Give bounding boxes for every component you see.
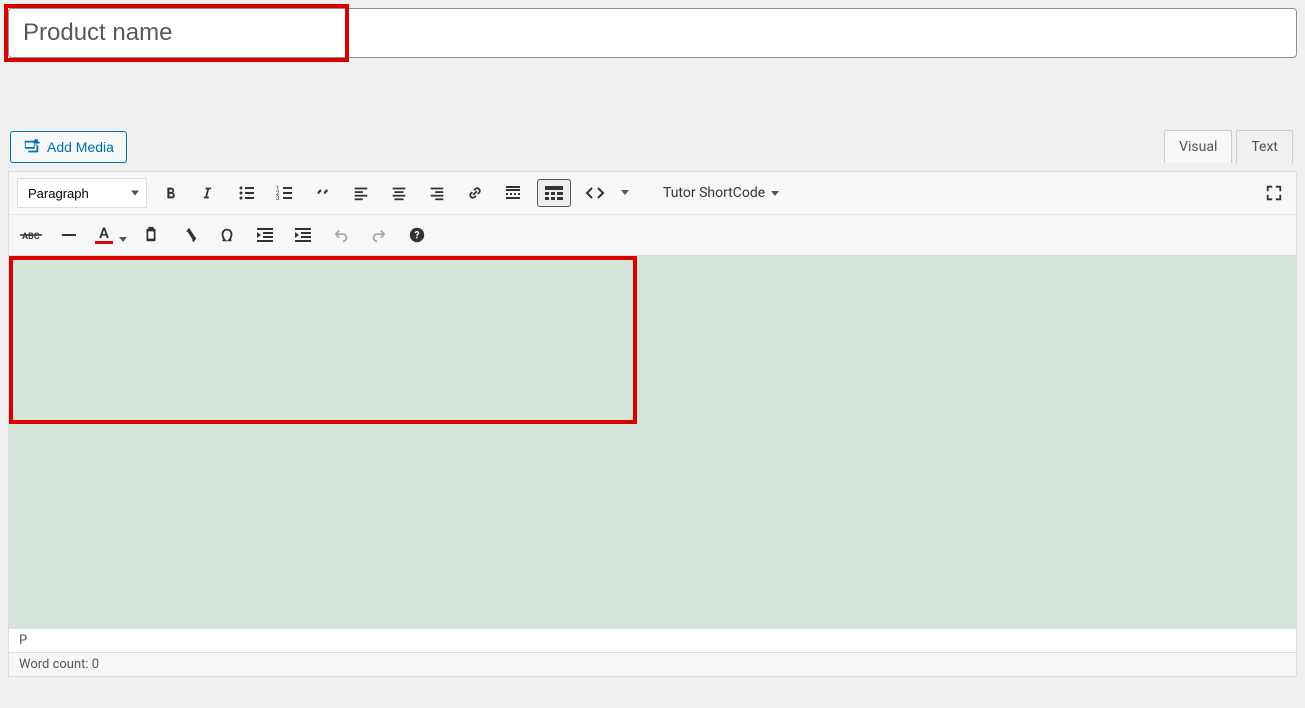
paste-text-button[interactable] <box>137 221 165 249</box>
bullet-list-button[interactable] <box>233 179 261 207</box>
tab-visual[interactable]: Visual <box>1164 130 1232 163</box>
fullscreen-button[interactable] <box>1260 179 1288 207</box>
editor-header: Add Media Visual Text <box>8 130 1297 171</box>
text-color-button[interactable]: A <box>93 226 127 244</box>
word-count-bar: Word count: 0 <box>9 652 1296 676</box>
editor-block: Add Media Visual Text Paragraph 123 <box>8 130 1297 677</box>
italic-button[interactable] <box>195 179 223 207</box>
link-button[interactable] <box>461 179 489 207</box>
clear-formatting-button[interactable] <box>175 221 203 249</box>
format-select-wrap: Paragraph <box>17 178 147 208</box>
tutor-shortcode-button[interactable]: Tutor ShortCode <box>657 181 785 205</box>
toolbar-row-1: Paragraph 123 Tutor ShortCode <box>9 172 1296 215</box>
tab-text[interactable]: Text <box>1236 130 1293 163</box>
svg-text:3: 3 <box>276 195 279 202</box>
svg-text:?: ? <box>415 231 420 242</box>
editor-tabs: Visual Text <box>1164 130 1293 163</box>
annotation-highlight-content <box>9 256 637 424</box>
special-character-button[interactable] <box>213 221 241 249</box>
toolbar-row-2: ABC A ? <box>9 215 1296 256</box>
read-more-button[interactable] <box>499 179 527 207</box>
add-media-label: Add Media <box>47 139 114 155</box>
text-color-icon: A <box>93 226 115 244</box>
format-select[interactable]: Paragraph <box>17 178 147 208</box>
toolbar-container: Paragraph 123 Tutor ShortCode AB <box>8 171 1297 677</box>
editor-content-area[interactable] <box>9 256 1296 628</box>
align-center-button[interactable] <box>385 179 413 207</box>
strikethrough-button[interactable]: ABC <box>17 221 45 249</box>
horizontal-rule-button[interactable] <box>55 221 83 249</box>
outdent-button[interactable] <box>251 221 279 249</box>
undo-button[interactable] <box>327 221 355 249</box>
numbered-list-button[interactable]: 123 <box>271 179 299 207</box>
title-region <box>8 8 1297 58</box>
indent-button[interactable] <box>289 221 317 249</box>
svg-text:ABC: ABC <box>22 232 40 242</box>
product-name-input[interactable] <box>8 8 1297 58</box>
tutor-shortcode-label: Tutor ShortCode <box>663 185 765 201</box>
redo-button[interactable] <box>365 221 393 249</box>
add-media-button[interactable]: Add Media <box>10 131 127 163</box>
code-dropdown-icon[interactable] <box>621 190 629 195</box>
media-icon <box>23 138 41 156</box>
code-button[interactable] <box>581 179 609 207</box>
toolbar-toggle-button[interactable] <box>537 179 571 207</box>
chevron-down-icon <box>771 191 779 196</box>
align-left-button[interactable] <box>347 179 375 207</box>
bold-button[interactable] <box>157 179 185 207</box>
text-color-dropdown-icon[interactable] <box>119 237 127 242</box>
align-right-button[interactable] <box>423 179 451 207</box>
blockquote-button[interactable] <box>309 179 337 207</box>
element-path-bar: P <box>9 628 1296 652</box>
help-button[interactable]: ? <box>403 221 431 249</box>
